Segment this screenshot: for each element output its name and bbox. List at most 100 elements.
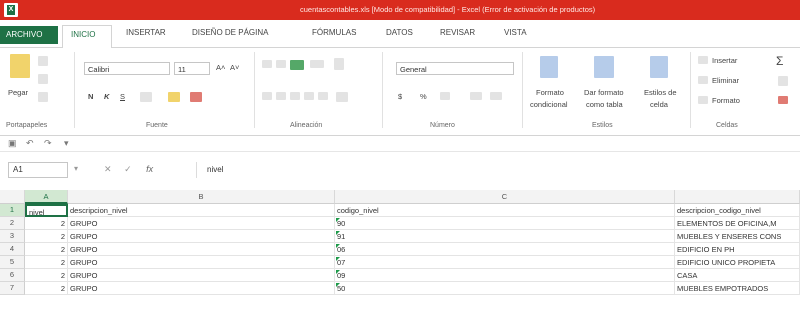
orientation-icon[interactable] bbox=[310, 60, 324, 68]
cell-c7[interactable]: 50 bbox=[335, 282, 675, 295]
align-left-icon[interactable] bbox=[262, 92, 272, 100]
tab-datos[interactable]: DATOS bbox=[386, 28, 413, 42]
cell-c2[interactable]: 90 bbox=[335, 217, 675, 230]
row-header[interactable]: 5 bbox=[0, 256, 25, 269]
bold-button[interactable]: N bbox=[88, 92, 93, 101]
conditional-format-label[interactable]: Formato bbox=[536, 88, 564, 97]
cell-c5[interactable]: 07 bbox=[335, 256, 675, 269]
borders-icon[interactable] bbox=[140, 92, 152, 102]
undo-icon[interactable]: ↶ bbox=[26, 138, 34, 149]
tab-diseno-de-pagina[interactable]: DISEÑO DE PÁGINA bbox=[192, 28, 268, 42]
cell-styles-label[interactable]: Estilos de bbox=[644, 88, 677, 97]
cell-c1[interactable]: codigo_nivel bbox=[335, 204, 675, 217]
format-as-table-label-2[interactable]: como tabla bbox=[586, 100, 623, 109]
cell-a4[interactable]: 2 bbox=[25, 243, 68, 256]
formula-input[interactable]: nivel bbox=[196, 162, 800, 178]
tab-vista[interactable]: VISTA bbox=[504, 28, 527, 42]
name-box[interactable]: A1 bbox=[8, 162, 68, 178]
cell-b3[interactable]: GRUPO bbox=[68, 230, 335, 243]
name-box-dropdown-icon[interactable]: ▾ bbox=[74, 164, 78, 173]
comma-style-icon[interactable] bbox=[440, 92, 450, 100]
increase-decimal-icon[interactable] bbox=[470, 92, 482, 100]
tab-formulas[interactable]: FÓRMULAS bbox=[312, 28, 356, 42]
decrease-decimal-icon[interactable] bbox=[490, 92, 502, 100]
align-top-icon[interactable] bbox=[262, 60, 272, 68]
copy-icon[interactable] bbox=[38, 74, 48, 84]
font-size-select[interactable]: 11 bbox=[174, 62, 210, 75]
tab-revisar[interactable]: REVISAR bbox=[440, 28, 475, 42]
align-right-icon[interactable] bbox=[290, 92, 300, 100]
align-bottom-icon[interactable] bbox=[290, 60, 304, 70]
align-middle-icon[interactable] bbox=[276, 60, 286, 68]
font-color-icon[interactable] bbox=[190, 92, 202, 102]
row-header[interactable]: 2 bbox=[0, 217, 25, 230]
grow-font-icon[interactable]: A˄ bbox=[216, 63, 225, 72]
cut-icon[interactable] bbox=[38, 56, 48, 66]
column-header-c[interactable]: C bbox=[335, 190, 675, 204]
cell-b1[interactable]: descripcion_nivel bbox=[68, 204, 335, 217]
number-format-select[interactable]: General bbox=[396, 62, 514, 75]
cell-d3[interactable]: MUEBLES Y ENSERES CONS bbox=[675, 230, 800, 243]
fill-icon[interactable] bbox=[778, 76, 788, 86]
clear-icon[interactable] bbox=[778, 96, 788, 104]
cell-b4[interactable]: GRUPO bbox=[68, 243, 335, 256]
cell-d7[interactable]: MUEBLES EMPOTRADOS bbox=[675, 282, 800, 295]
cell-b5[interactable]: GRUPO bbox=[68, 256, 335, 269]
currency-button[interactable]: $ bbox=[398, 92, 402, 101]
tab-inicio[interactable]: INICIO bbox=[62, 25, 112, 49]
format-cells-button[interactable]: Formato bbox=[712, 96, 740, 105]
cell-d2[interactable]: ELEMENTOS DE OFICINA,M bbox=[675, 217, 800, 230]
column-header-b[interactable]: B bbox=[68, 190, 335, 204]
decrease-indent-icon[interactable] bbox=[304, 92, 314, 100]
font-name-select[interactable]: Calibri bbox=[84, 62, 170, 75]
column-header-d[interactable] bbox=[675, 190, 800, 204]
cell-a6[interactable]: 2 bbox=[25, 269, 68, 282]
shrink-font-icon[interactable]: A˅ bbox=[230, 63, 239, 72]
insert-cells-icon[interactable] bbox=[698, 56, 708, 64]
row-header[interactable]: 1 bbox=[0, 204, 25, 217]
merge-center-icon[interactable] bbox=[336, 92, 348, 102]
italic-button[interactable]: K bbox=[104, 92, 109, 101]
cell-a3[interactable]: 2 bbox=[25, 230, 68, 243]
cell-b2[interactable]: GRUPO bbox=[68, 217, 335, 230]
wrap-text-icon[interactable] bbox=[334, 58, 344, 70]
delete-cells-button[interactable]: Eliminar bbox=[712, 76, 739, 85]
cell-c4[interactable]: 06 bbox=[335, 243, 675, 256]
cell-b7[interactable]: GRUPO bbox=[68, 282, 335, 295]
cell-d5[interactable]: EDIFICIO UNICO PROPIETA bbox=[675, 256, 800, 269]
cell-d6[interactable]: CASA bbox=[675, 269, 800, 282]
save-icon[interactable]: ▣ bbox=[8, 138, 17, 149]
select-all-corner[interactable] bbox=[0, 190, 25, 204]
row-header[interactable]: 4 bbox=[0, 243, 25, 256]
increase-indent-icon[interactable] bbox=[318, 92, 328, 100]
underline-button[interactable]: S bbox=[120, 92, 125, 101]
cell-a5[interactable]: 2 bbox=[25, 256, 68, 269]
align-center-icon[interactable] bbox=[276, 92, 286, 100]
cell-d4[interactable]: EDIFICIO EN PH bbox=[675, 243, 800, 256]
conditional-format-label-2[interactable]: condicional bbox=[530, 100, 568, 109]
cell-a7[interactable]: 2 bbox=[25, 282, 68, 295]
format-as-table-label[interactable]: Dar formato bbox=[584, 88, 624, 97]
row-header[interactable]: 3 bbox=[0, 230, 25, 243]
cell-c6[interactable]: 09 bbox=[335, 269, 675, 282]
autosum-icon[interactable]: Σ bbox=[776, 54, 783, 68]
cell-d1[interactable]: descripcion_codigo_nivel bbox=[675, 204, 800, 217]
cell-a2[interactable]: 2 bbox=[25, 217, 68, 230]
tab-archivo[interactable]: ARCHIVO bbox=[0, 26, 58, 44]
format-cells-icon[interactable] bbox=[698, 96, 708, 104]
insert-cells-button[interactable]: Insertar bbox=[712, 56, 737, 65]
enter-icon[interactable]: ✓ bbox=[124, 164, 132, 174]
row-header[interactable]: 7 bbox=[0, 282, 25, 295]
tab-insertar[interactable]: INSERTAR bbox=[126, 28, 166, 42]
insert-function-icon[interactable]: fx bbox=[146, 164, 153, 174]
cell-a1[interactable]: nivel bbox=[25, 204, 68, 217]
cell-styles-label-2[interactable]: celda bbox=[650, 100, 668, 109]
redo-icon[interactable]: ↷ bbox=[44, 138, 52, 149]
cell-c3[interactable]: 91 bbox=[335, 230, 675, 243]
row-header[interactable]: 6 bbox=[0, 269, 25, 282]
column-header-a[interactable]: A bbox=[25, 190, 68, 204]
cancel-icon[interactable]: ✕ bbox=[104, 164, 112, 174]
cell-b6[interactable]: GRUPO bbox=[68, 269, 335, 282]
paste-button[interactable]: Pegar bbox=[8, 88, 28, 97]
paste-icon[interactable] bbox=[10, 54, 30, 78]
